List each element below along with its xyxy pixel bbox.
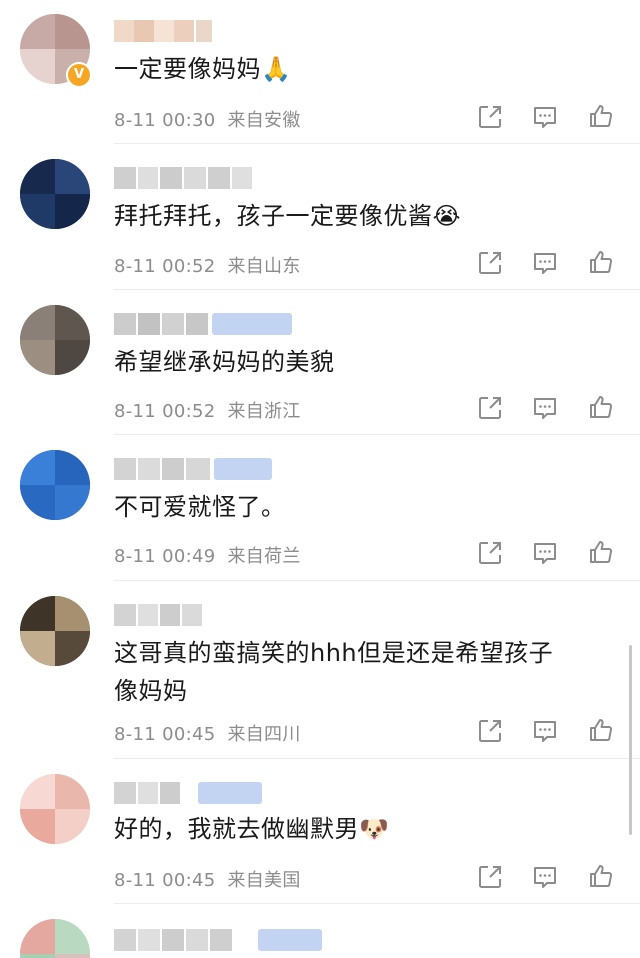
share-icon[interactable]	[477, 718, 503, 744]
avatar[interactable]	[20, 305, 90, 375]
username-blurred[interactable]	[114, 929, 324, 951]
avatar[interactable]	[20, 159, 90, 229]
comment-time: 8-11 00:30	[114, 110, 216, 131]
avatar[interactable]	[20, 596, 90, 666]
comment-meta: 8-11 00:52 来自山东	[114, 252, 301, 278]
share-icon[interactable]	[477, 250, 503, 276]
thumbs-up-icon[interactable]	[588, 249, 614, 275]
thumbs-up-icon[interactable]	[588, 103, 614, 129]
thumbs-up-icon[interactable]	[588, 539, 614, 565]
comment-location: 来自荷兰	[227, 546, 301, 567]
divider	[114, 289, 640, 290]
username-blurred[interactable]	[114, 20, 214, 42]
share-icon[interactable]	[477, 540, 503, 566]
comment-time: 8-11 00:49	[114, 546, 216, 567]
comment-meta: 8-11 00:52 来自浙江	[114, 397, 301, 423]
divider	[114, 758, 640, 759]
avatar[interactable]	[20, 450, 90, 520]
comment-text: 拜托拜托，孩子一定要像优酱😭	[114, 202, 462, 230]
comment-text: 一定要像妈妈🙏	[114, 55, 292, 83]
comment-text: 好的，我就去做幽默男🐶	[114, 815, 390, 843]
avatar[interactable]	[20, 919, 90, 958]
divider	[114, 580, 640, 581]
comment-icon[interactable]	[532, 864, 558, 890]
comment-text: 不可爱就怪了。	[114, 493, 286, 521]
share-icon[interactable]	[477, 104, 503, 130]
comment-meta: 8-11 00:45 来自美国	[114, 866, 301, 892]
comment-location: 来自安徽	[227, 110, 301, 131]
username-blurred[interactable]	[114, 458, 274, 480]
comment-location: 来自浙江	[227, 401, 301, 422]
comment-item	[0, 905, 640, 958]
scrollbar[interactable]	[629, 645, 632, 835]
share-icon[interactable]	[477, 864, 503, 890]
thumbs-up-icon[interactable]	[588, 394, 614, 420]
comment-icon[interactable]	[532, 104, 558, 130]
comment-time: 8-11 00:52	[114, 401, 216, 422]
comment-time: 8-11 00:45	[114, 870, 216, 891]
username-blurred[interactable]	[114, 167, 254, 189]
pray-emoji: 🙏	[261, 55, 292, 83]
doge-emoji: 🐶	[359, 815, 390, 843]
comment-location: 来自山东	[227, 256, 301, 277]
divider	[114, 903, 640, 904]
divider	[114, 434, 640, 435]
comment-location: 来自四川	[227, 724, 301, 745]
crying-emoji: 😭	[432, 202, 462, 230]
share-icon[interactable]	[477, 395, 503, 421]
comment-time: 8-11 00:45	[114, 724, 216, 745]
avatar[interactable]	[20, 774, 90, 844]
comment-time: 8-11 00:52	[114, 256, 216, 277]
divider	[114, 143, 640, 144]
thumbs-up-icon[interactable]	[588, 717, 614, 743]
verified-badge-icon: V	[66, 62, 92, 88]
comment-icon[interactable]	[532, 250, 558, 276]
comment-meta: 8-11 00:30 来自安徽	[114, 106, 301, 132]
comment-icon[interactable]	[532, 540, 558, 566]
comment-icon[interactable]	[532, 718, 558, 744]
comment-meta: 8-11 00:49 来自荷兰	[114, 542, 301, 568]
thumbs-up-icon[interactable]	[588, 863, 614, 889]
comment-text: 希望继承妈妈的美貌	[114, 348, 335, 376]
comment-icon[interactable]	[532, 395, 558, 421]
username-blurred[interactable]	[114, 782, 264, 804]
username-blurred[interactable]	[114, 604, 204, 626]
username-blurred[interactable]	[114, 313, 294, 335]
comment-meta: 8-11 00:45 来自四川	[114, 720, 301, 746]
comment-text: 这哥真的蛮搞笑的hhh但是还是希望孩子 像妈妈	[114, 639, 554, 705]
comment-location: 来自美国	[227, 870, 301, 891]
